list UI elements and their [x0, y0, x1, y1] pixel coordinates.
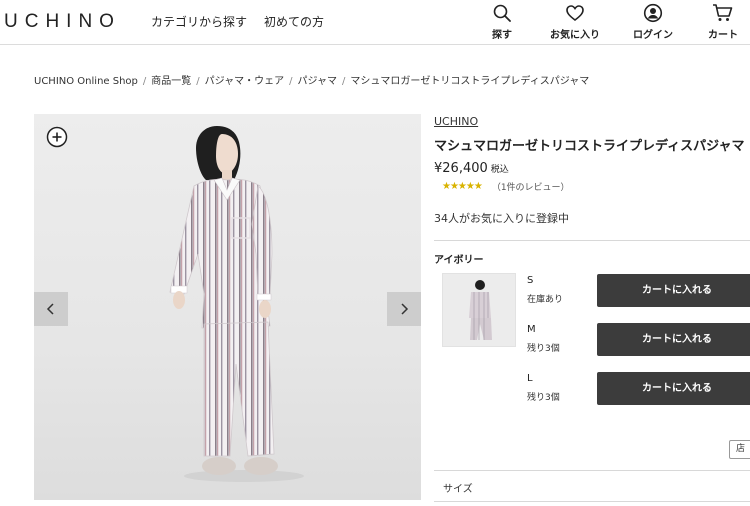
brand-link[interactable]: UCHINO: [434, 115, 478, 128]
add-to-cart-button-m[interactable]: カートに入れる: [597, 323, 750, 356]
zoom-button[interactable]: [46, 126, 68, 148]
size-row-m: M 残り3個: [527, 324, 560, 354]
cart-icon: [713, 4, 733, 21]
gallery-next-button[interactable]: [387, 292, 421, 326]
size-section-label: サイズ: [443, 484, 473, 495]
product-rating[interactable]: ★★★★★ （1件のレビュー）: [442, 180, 570, 193]
size-label: S: [527, 275, 534, 286]
add-to-cart-button-l[interactable]: カートに入れる: [597, 372, 750, 405]
product-photo: [169, 126, 304, 482]
product-title: マシュマロガーゼトリコストライプレディスパジャマ: [434, 139, 745, 154]
gallery-prev-button[interactable]: [34, 292, 68, 326]
product-image-gallery[interactable]: [34, 114, 421, 500]
breadcrumb-item[interactable]: パジャマ: [298, 76, 338, 87]
thumbnail-photo: [443, 274, 515, 346]
size-label: L: [527, 373, 533, 384]
stock-status: 残り3個: [527, 393, 560, 403]
stock-status: 残り3個: [527, 344, 560, 354]
price-value: ¥26,400: [434, 161, 488, 176]
header-search-button[interactable]: 探す: [472, 3, 532, 41]
zoom-plus-icon: [46, 126, 68, 148]
breadcrumb-current: マシュマロガーゼトリコストライプレディスパジャマ: [350, 76, 590, 87]
divider: [434, 240, 750, 241]
size-section-toggle[interactable]: サイズ: [434, 470, 750, 502]
breadcrumb: UCHINO Online Shop / 商品一覧 / パジャマ・ウェア / パジャマ / マシ…: [34, 76, 590, 87]
size-row-l: L 残り3個: [527, 373, 560, 403]
size-label: M: [527, 324, 536, 335]
chevron-left-icon: [46, 303, 54, 315]
nav-category[interactable]: カテゴリから探す: [151, 13, 247, 30]
site-header: UCHINO カテゴリから探す 初めての方 探す お気に入り ログイン カート: [0, 0, 750, 45]
breadcrumb-item[interactable]: UCHINO Online Shop: [34, 76, 138, 87]
search-label: 探す: [492, 30, 512, 41]
size-row-s: S 在庫あり: [527, 275, 563, 305]
add-to-cart-button-s[interactable]: カートに入れる: [597, 274, 750, 307]
site-logo[interactable]: UCHINO: [4, 11, 121, 33]
stock-status: 在庫あり: [527, 295, 564, 305]
nav-first-time[interactable]: 初めての方: [264, 13, 324, 30]
color-thumbnail[interactable]: [442, 273, 516, 347]
favorite-label: お気に入り: [550, 30, 600, 41]
heart-icon: [566, 5, 584, 22]
header-favorite-button[interactable]: お気に入り: [545, 3, 605, 41]
product-price: ¥26,400 税込: [434, 161, 509, 176]
header-cart-button[interactable]: カート: [693, 3, 750, 41]
login-label: ログイン: [633, 30, 673, 41]
search-icon: [493, 4, 511, 22]
header-login-button[interactable]: ログイン: [623, 3, 683, 41]
breadcrumb-item[interactable]: 商品一覧: [151, 76, 191, 87]
user-icon: [643, 3, 663, 23]
cart-label: カート: [708, 30, 738, 41]
review-count[interactable]: （1件のレビュー）: [492, 180, 570, 193]
store-stock-button[interactable]: 店: [729, 440, 750, 459]
favorite-count: 34人がお気に入りに登録中: [434, 212, 569, 225]
color-label: アイボリー: [434, 255, 484, 266]
rating-stars: ★★★★★: [442, 181, 483, 192]
chevron-right-icon: [401, 303, 409, 315]
breadcrumb-item[interactable]: パジャマ・ウェア: [205, 76, 285, 87]
tax-label: 税込: [490, 165, 509, 175]
